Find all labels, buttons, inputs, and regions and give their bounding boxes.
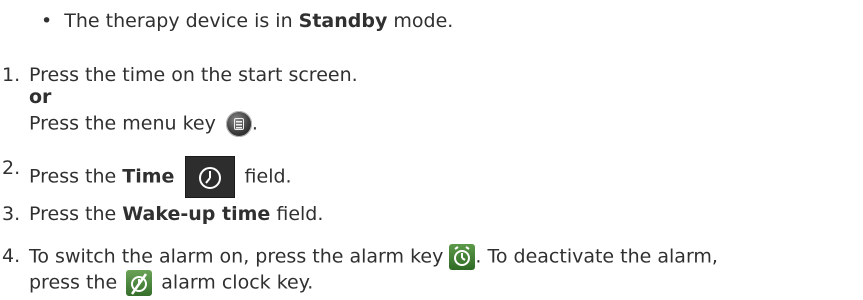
step-4-line-1: To switch the alarm on, press the alarm … — [29, 244, 718, 270]
prerequisite-text-before: The therapy device is in — [64, 10, 293, 32]
step-1-line-3: Press the menu key . — [29, 111, 258, 137]
step-2-before: Press the — [29, 165, 117, 188]
prerequisite-line: • The therapy device is in Standby mode. — [41, 9, 453, 33]
step-number: 1. — [2, 64, 21, 86]
bullet: • — [41, 10, 53, 32]
step-4-line-1-before: To switch the alarm on, press the alarm … — [29, 245, 444, 268]
step-1-line-1: Press the time on the start screen. — [29, 64, 358, 86]
alarm-clock-off-icon — [126, 270, 153, 296]
step-4-line-1-after: . To deactivate the alarm, — [475, 245, 718, 268]
step-4-line-2-after: alarm clock key. — [161, 271, 314, 294]
step-2-text: Press the Time field. — [29, 156, 292, 198]
step-3-bold: Wake-up time — [122, 203, 271, 225]
menu-key-icon — [225, 111, 252, 137]
step-number: 3. — [2, 203, 21, 225]
step-1-or: or — [29, 86, 52, 108]
prerequisite-bold: Standby — [298, 10, 388, 32]
step-4-line-2-before: press the — [29, 271, 118, 294]
step-3-before: Press the — [29, 203, 117, 225]
step-4-line-2: press the alarm clock key. — [29, 270, 313, 296]
step-number: 2. — [2, 157, 21, 179]
step-1-line-3-text: Press the menu key — [29, 112, 216, 135]
step-number: 4. — [2, 245, 21, 267]
alarm-clock-icon — [449, 244, 476, 270]
step-2-bold: Time — [122, 165, 175, 188]
step-3-text: Press the Wake-up time field. — [29, 202, 323, 226]
prerequisite-text-after: mode. — [393, 10, 454, 32]
step-1-period: . — [251, 112, 258, 135]
step-2-after: field. — [244, 165, 292, 188]
step-3-after: field. — [276, 203, 324, 225]
clock-icon — [184, 156, 235, 198]
